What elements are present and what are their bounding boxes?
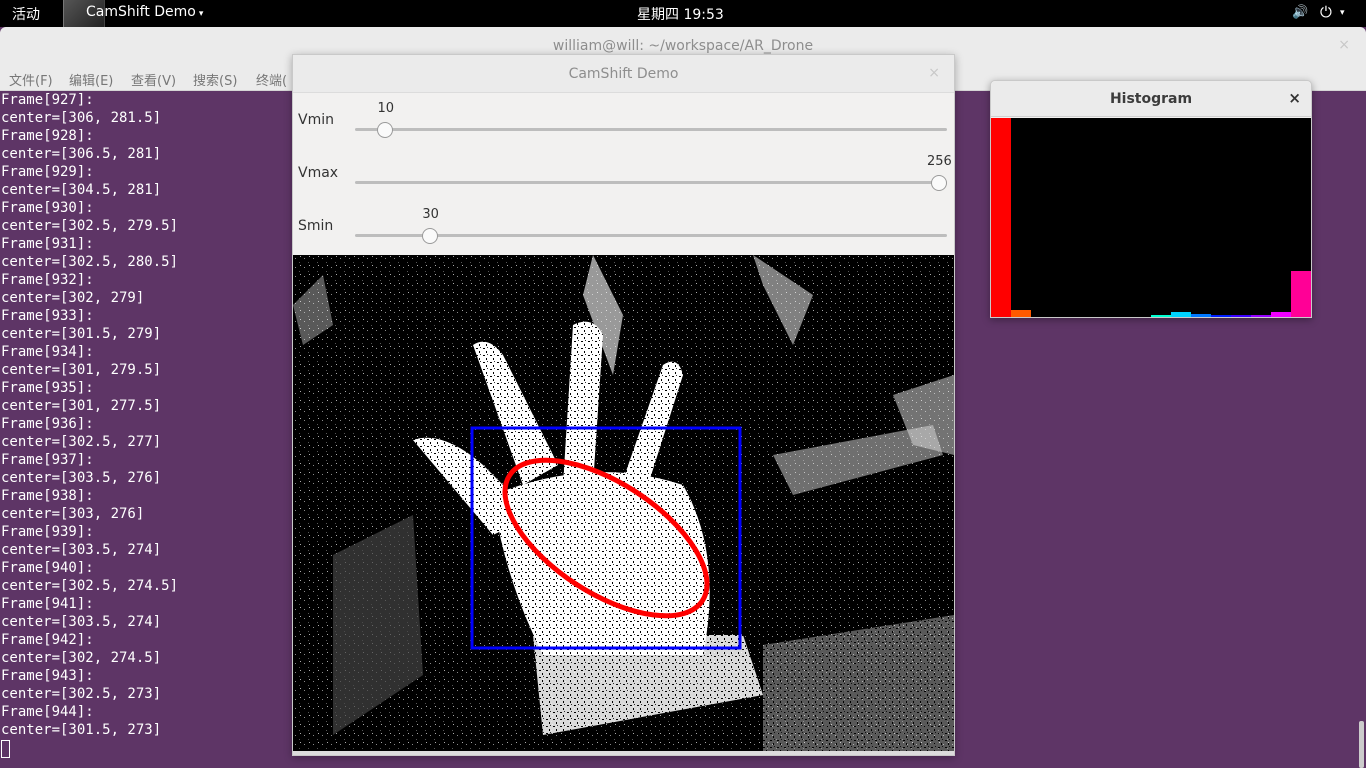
histogram-bar (1151, 315, 1171, 317)
scrollbar-thumb[interactable] (1359, 721, 1364, 768)
terminal-cursor (1, 740, 10, 758)
chevron-down-icon[interactable]: ▾ (1340, 8, 1345, 18)
terminal-line: center=[302.5, 280.5] (1, 254, 179, 270)
slider-label: Smin (298, 218, 334, 234)
slider-track[interactable] (355, 128, 947, 131)
terminal-line: Frame[928]: (1, 128, 94, 144)
terminal-line: Frame[932]: (1, 272, 94, 288)
histogram-bar (1251, 315, 1271, 317)
terminal-line: center=[303.5, 276] (1, 470, 162, 486)
terminal-line: Frame[935]: (1, 380, 94, 396)
terminal-line: center=[301, 279.5] (1, 362, 162, 378)
terminal-title: william@will: ~/workspace/AR_Drone (552, 38, 814, 54)
slider-label: Vmin (298, 112, 334, 128)
camshift-footer (293, 751, 954, 755)
slider-handle[interactable] (377, 122, 394, 138)
camshift-title: CamShift Demo (568, 66, 679, 82)
slider-value: 10 (377, 101, 394, 116)
terminal-line: Frame[941]: (1, 596, 94, 612)
terminal-line: Frame[940]: (1, 560, 94, 576)
terminal-line: center=[302.5, 273] (1, 686, 162, 702)
histogram-bar (991, 118, 1011, 317)
terminal-line: center=[306.5, 281] (1, 146, 162, 162)
histogram-bar (1171, 312, 1191, 317)
menu-terminal[interactable]: 终端( (256, 70, 287, 89)
terminal-line: center=[302.5, 279.5] (1, 218, 179, 234)
menu-search[interactable]: 搜索(S) (193, 70, 237, 89)
terminal-line: center=[301, 277.5] (1, 398, 162, 414)
terminal-line: Frame[939]: (1, 524, 94, 540)
histogram-titlebar[interactable]: Histogram × (991, 81, 1311, 117)
terminal-line: Frame[929]: (1, 164, 94, 180)
terminal-line: Frame[933]: (1, 308, 94, 324)
histogram-canvas (991, 118, 1311, 317)
camshift-window: CamShift Demo × Vmin 10 Vmax 256 Smin 30 (292, 54, 955, 756)
hand-backprojection (293, 255, 954, 751)
terminal-line: center=[302.5, 277] (1, 434, 162, 450)
terminal-lines: Frame[927]: center=[306, 281.5] Frame[928]… (1, 91, 178, 739)
terminal-line: Frame[936]: (1, 416, 94, 432)
histogram-title: Histogram (1109, 91, 1193, 107)
terminal-line: center=[306, 281.5] (1, 110, 162, 126)
slider-track[interactable] (355, 181, 947, 184)
terminal-line: Frame[938]: (1, 488, 94, 504)
slider-value: 30 (422, 207, 439, 222)
top-panel: 活动 CamShift Demo ▾ 星期四 19:53 🔊 ⏻ ▾ (0, 0, 1366, 27)
terminal-line: center=[304.5, 281] (1, 182, 162, 198)
terminal-line: center=[303.5, 274] (1, 614, 162, 630)
slider-handle[interactable] (931, 175, 947, 191)
slider-value: 256 (927, 154, 952, 169)
close-icon[interactable]: × (1288, 89, 1301, 107)
terminal-line: Frame[931]: (1, 236, 94, 252)
camshift-titlebar[interactable]: CamShift Demo × (293, 55, 954, 93)
slider-vmax: Vmax 256 (293, 148, 954, 201)
terminal-line: Frame[927]: (1, 92, 94, 108)
app-menu[interactable]: CamShift Demo ▾ (86, 4, 203, 20)
terminal-line: Frame[934]: (1, 344, 94, 360)
chevron-down-icon: ▾ (198, 9, 204, 19)
terminal-line: center=[302.5, 274.5] (1, 578, 179, 594)
slider-label: Vmax (298, 165, 339, 181)
terminal-line: center=[302, 279] (1, 290, 145, 306)
terminal-line: Frame[937]: (1, 452, 94, 468)
menu-edit[interactable]: 编辑(E) (69, 70, 113, 89)
power-icon[interactable]: ⏻ (1320, 3, 1332, 21)
terminal-scrollbar[interactable] (1354, 91, 1366, 768)
close-icon[interactable]: × (1338, 37, 1350, 53)
slider-track[interactable] (355, 234, 947, 237)
terminal-line: Frame[930]: (1, 200, 94, 216)
histogram-window: Histogram × (990, 80, 1312, 318)
terminal-line: center=[301.5, 279] (1, 326, 162, 342)
histogram-bar (1271, 312, 1291, 317)
slider-vmin: Vmin 10 (293, 95, 954, 148)
terminal-line: center=[303, 276] (1, 506, 145, 522)
histogram-bar (1291, 271, 1311, 317)
backprojection-image[interactable] (293, 255, 954, 751)
app-menu-label: CamShift Demo (86, 4, 196, 20)
close-icon[interactable]: × (928, 65, 940, 81)
terminal-line: center=[301.5, 273] (1, 722, 162, 738)
histogram-bar (1191, 314, 1211, 317)
terminal-line: Frame[944]: (1, 704, 94, 720)
histogram-bar (1011, 310, 1031, 317)
slider-smin: Smin 30 (293, 201, 954, 254)
volume-icon[interactable]: 🔊 (1292, 5, 1308, 20)
clock[interactable]: 星期四 19:53 (637, 4, 724, 24)
terminal-line: Frame[942]: (1, 632, 94, 648)
histogram-bar (1211, 315, 1231, 317)
terminal-line: Frame[943]: (1, 668, 94, 684)
terminal-line: center=[303.5, 274] (1, 542, 162, 558)
terminal-line: center=[302, 274.5] (1, 650, 162, 666)
menu-file[interactable]: 文件(F) (9, 70, 53, 89)
menu-view[interactable]: 查看(V) (131, 70, 176, 89)
activities-button[interactable]: 活动 (12, 4, 40, 24)
slider-handle[interactable] (422, 228, 439, 244)
histogram-bar (1231, 315, 1251, 317)
